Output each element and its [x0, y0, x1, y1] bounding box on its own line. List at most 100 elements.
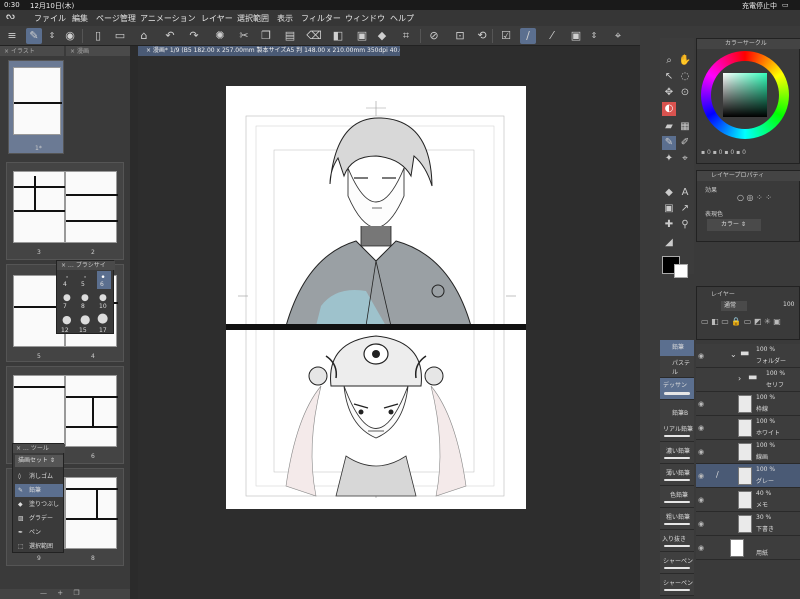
page-card-1[interactable]: 1* [8, 60, 64, 154]
snap-icon[interactable]: ⊡ [452, 28, 468, 44]
color-square[interactable] [723, 73, 767, 117]
canvas-settings-icon[interactable]: ⌖ [610, 28, 626, 44]
pointer-icon[interactable]: ↖ [662, 70, 676, 84]
hamburger-icon[interactable]: ≡ [4, 28, 20, 44]
new-file-icon[interactable]: ▯ [90, 28, 106, 44]
layer-row[interactable]: › ▬ 100 % セリフ [696, 368, 800, 392]
layer-row[interactable]: ◉ 30 % 下書き [696, 512, 800, 536]
duplicate-icon[interactable]: ❐ [73, 589, 79, 597]
layer-row[interactable]: ◉ 40 % メモ [696, 488, 800, 512]
zoom-icon[interactable]: ⌕ [662, 54, 676, 68]
eye-icon[interactable]: ◉ [698, 448, 704, 456]
redo-icon[interactable]: ↷ [186, 28, 202, 44]
layer-opacity[interactable]: 100 [783, 301, 794, 308]
size-6[interactable]: 6 [100, 281, 104, 288]
color-wheel[interactable] [701, 51, 789, 139]
eye-icon[interactable]: ◉ [698, 544, 704, 552]
menu-view[interactable]: 表示 [277, 13, 293, 24]
tool-eraser[interactable]: ◊ 消しゴム [15, 470, 63, 483]
menu-help[interactable]: ヘルプ [390, 13, 414, 24]
transform-icon[interactable]: ⊘ [426, 28, 442, 44]
layer-row-selected[interactable]: ◉ ∕ 100 % グレー [696, 464, 800, 488]
lasso-icon[interactable]: ◌ [678, 70, 692, 84]
tool-fill[interactable]: ◆ 塗りつぶし [15, 498, 63, 511]
tool-pencil[interactable]: ✎ 鉛筆 [15, 484, 63, 497]
layer-row[interactable]: ◉ 100 % 枠線 [696, 392, 800, 416]
menu-animation[interactable]: アニメーション [140, 13, 196, 24]
rotate-icon[interactable]: ⟲ [474, 28, 490, 44]
brush-tool-icon[interactable]: ✐ [678, 136, 692, 150]
loading-icon[interactable]: ✺ [212, 28, 228, 44]
layer-row[interactable]: ◉ 用紙 [696, 536, 800, 560]
eraser-icon[interactable]: ▰ [662, 120, 676, 134]
wand-icon[interactable]: ⊙ [678, 86, 692, 100]
tab-illustration[interactable]: × イラスト [0, 46, 64, 56]
cut-icon[interactable]: ✂ [236, 28, 252, 44]
airbrush-icon[interactable]: ✦ [662, 152, 676, 166]
menu-file[interactable]: ファイル [34, 13, 66, 24]
menu-edit[interactable]: 編集 [72, 13, 88, 24]
brush-item-mechanical-pencil[interactable]: シャーペン [660, 552, 694, 574]
layer-row[interactable]: ◉ 100 % 線画 [696, 440, 800, 464]
undo-icon[interactable]: ↶ [162, 28, 178, 44]
eye-icon[interactable]: ◉ [698, 520, 704, 528]
size-12[interactable]: 12 [61, 327, 69, 334]
chevron-down-icon[interactable]: ⌄ [730, 350, 737, 359]
fill-icon[interactable]: ◆ [662, 186, 676, 200]
tool-header[interactable]: × … ツール [13, 444, 65, 453]
menu-window[interactable]: ウィンドウ [345, 13, 385, 24]
paste-icon[interactable]: ▤ [282, 28, 298, 44]
brush-item-pencil-b[interactable]: 鉛筆B [660, 400, 694, 422]
color-mode-select[interactable]: カラー ⇕ [707, 219, 761, 231]
zoom-out-icon[interactable]: — [40, 589, 47, 597]
brush-size-header[interactable]: × … ブラシサイ [57, 261, 115, 270]
stepper-icon[interactable]: ⇕ [44, 28, 60, 44]
crop-icon[interactable]: ⌗ [398, 28, 414, 44]
spinner-icon[interactable]: ⇕ [586, 28, 602, 44]
size-17[interactable]: 17 [99, 327, 107, 334]
canvas-paper[interactable] [226, 86, 526, 509]
zoom-in-icon[interactable]: + [57, 589, 63, 597]
figure-icon[interactable]: ▣ [662, 202, 676, 216]
size-8[interactable]: 8 [81, 303, 85, 310]
hand-icon[interactable]: ✋ [678, 54, 692, 68]
sub-color-swatch[interactable] [674, 264, 688, 278]
size-4[interactable]: 4 [63, 281, 67, 288]
copy-icon[interactable]: ❐ [258, 28, 274, 44]
eye-icon[interactable]: ◉ [698, 400, 704, 408]
gradient-icon[interactable]: ◢ [662, 236, 676, 250]
fill-icon[interactable]: ▣ [354, 28, 370, 44]
brush-item-light-pencil[interactable]: 薄い鉛筆 [660, 464, 694, 486]
move-icon[interactable]: ✥ [662, 86, 676, 100]
effect-buttons[interactable]: ○ ◎ ⁘ ⁘ [737, 193, 793, 205]
brush-item-mechanical-pencil-2[interactable]: シャーペン [660, 574, 694, 596]
brush-item-real-pencil[interactable]: リアル鉛筆 [660, 420, 694, 442]
record-icon[interactable]: ◉ [62, 28, 78, 44]
color-mixing-icon[interactable]: ◐ [662, 102, 676, 116]
brush-icon[interactable]: ∕ [520, 28, 536, 44]
blend-mode-select[interactable]: 通常 [721, 301, 747, 311]
operation-icon[interactable]: ↗ [678, 202, 692, 216]
brush-item-dessin[interactable]: デッサン [660, 378, 694, 400]
brush-item-dark-pencil[interactable]: 濃い鉛筆 [660, 442, 694, 464]
layer-tool-row[interactable]: ▭ ◧ ▭ 🔒 ▭ ◩ ✳ ▣ [701, 317, 797, 331]
eye-icon[interactable]: ◉ [698, 352, 704, 360]
menu-selection[interactable]: 選択範囲 [237, 13, 269, 24]
menu-filter[interactable]: フィルター [301, 13, 341, 24]
check-icon[interactable]: ☑ [498, 28, 514, 44]
edit-mode-icon[interactable]: ✎ [26, 28, 42, 44]
eyedropper-icon[interactable]: ⌖ [678, 152, 692, 166]
chevron-right-icon[interactable]: › [738, 374, 741, 383]
tool-gradient[interactable]: ▨ グラデー [15, 512, 63, 525]
save-icon[interactable]: ⌂ [136, 28, 152, 44]
canvas-tab[interactable]: × 漫画* 1/9 (B5 182.00 x 257.00mm 製本サイズA5 … [138, 46, 400, 56]
tool-set-select[interactable]: 描画セット ⇕ [15, 455, 63, 467]
layer-row[interactable]: ◉ 100 % ホワイト [696, 416, 800, 440]
menu-layer[interactable]: レイヤー [201, 13, 233, 24]
brush-line-icon[interactable]: ⁄ [544, 28, 560, 44]
correction-icon[interactable]: ⚲ [678, 218, 692, 232]
frame-icon[interactable]: ▦ [678, 120, 692, 134]
menu-page[interactable]: ページ管理 [96, 13, 136, 24]
fill-bucket-icon[interactable]: ◆ [374, 28, 390, 44]
brush-item-color-pencil[interactable]: 色鉛筆 [660, 486, 694, 508]
